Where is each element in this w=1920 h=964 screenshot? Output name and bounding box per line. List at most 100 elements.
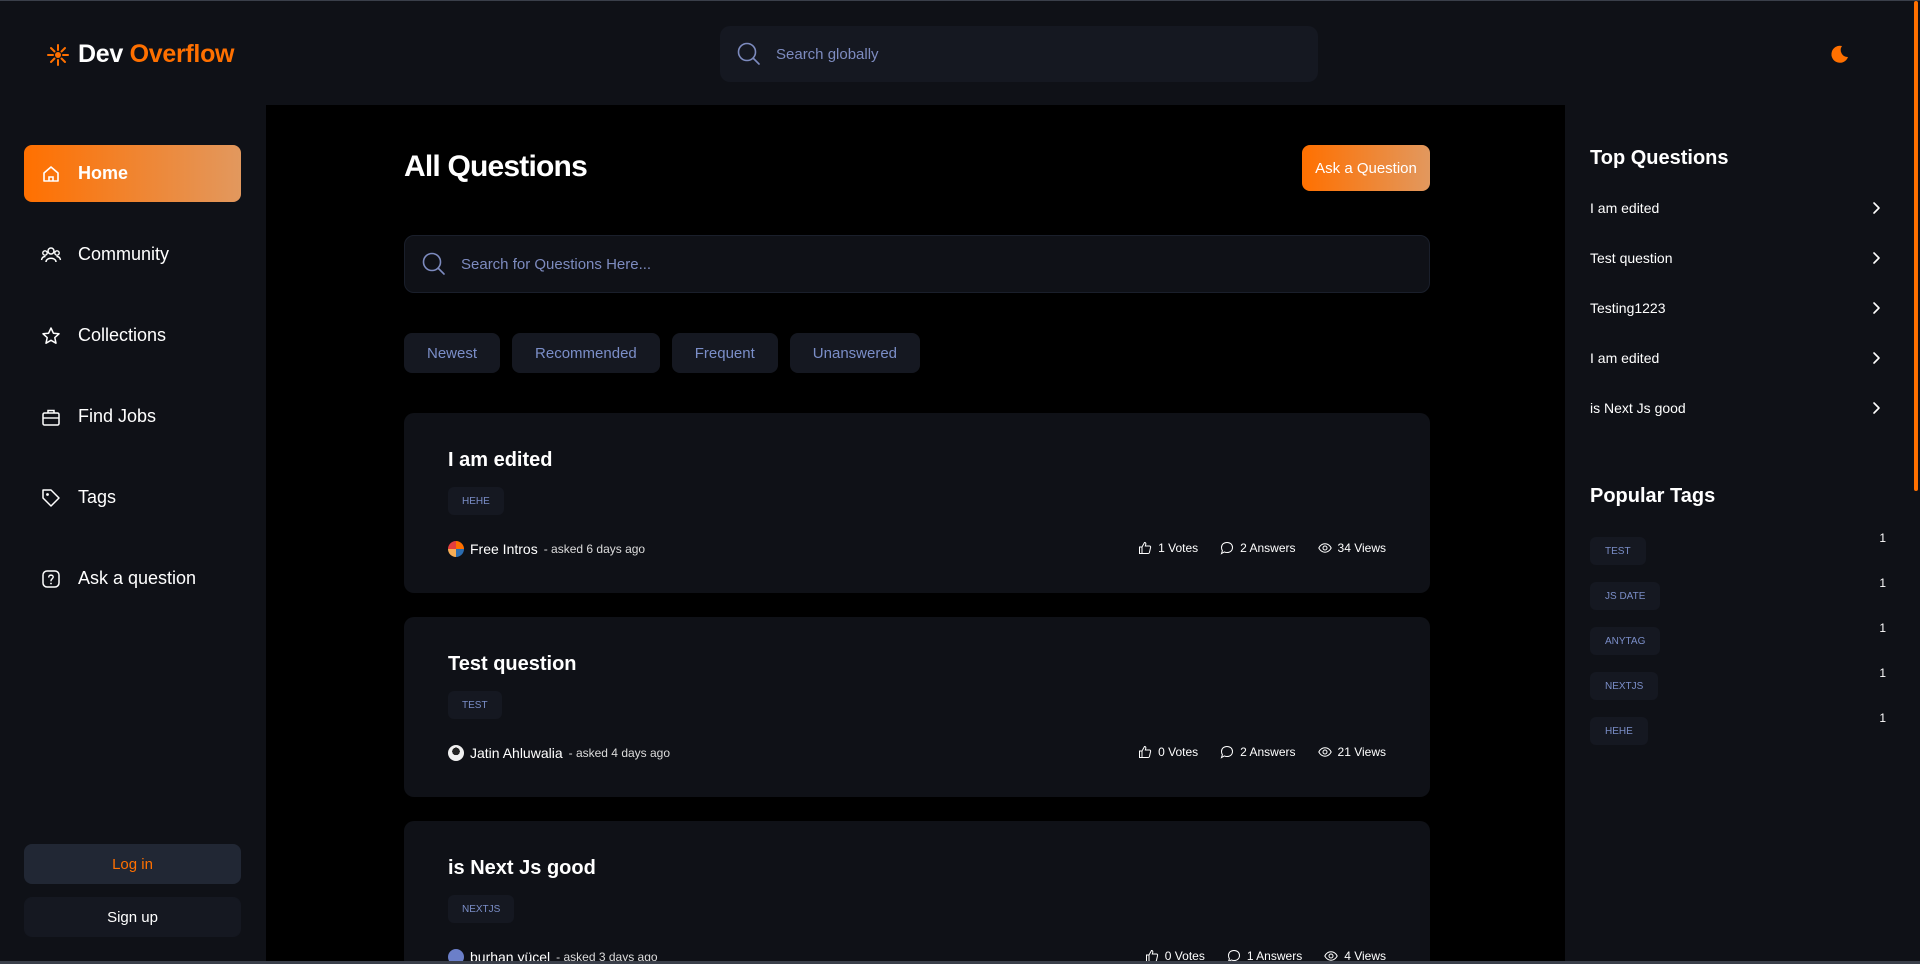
views-stat: 21 Views xyxy=(1317,745,1386,759)
question-author-meta: Jatin Ahluwalia - asked 4 days ago xyxy=(448,745,670,761)
chevron-right-icon xyxy=(1873,202,1880,214)
eye-icon xyxy=(1317,543,1332,553)
top-question-item[interactable]: is Next Js good xyxy=(1590,396,1884,420)
logo[interactable]: Dev Overflow xyxy=(46,40,235,69)
popular-tag[interactable]: JS DATE xyxy=(1590,582,1661,610)
votes-stat: 1 Votes xyxy=(1138,541,1198,555)
search-icon xyxy=(737,42,760,65)
answers-stat: 2 Answers xyxy=(1220,745,1296,759)
sidebar-item-find-jobs[interactable]: Find Jobs xyxy=(24,388,241,445)
question-icon xyxy=(40,568,62,590)
top-question-title: I am edited xyxy=(1590,200,1660,216)
asked-time: - asked 6 days ago xyxy=(543,542,646,556)
top-question-title: is Next Js good xyxy=(1590,400,1686,416)
chevron-right-icon xyxy=(1873,352,1880,364)
popular-tags-heading: Popular Tags xyxy=(1590,485,1716,507)
logo-prefix: Dev xyxy=(78,40,123,68)
popular-tag[interactable]: ANYTAG xyxy=(1590,627,1661,655)
question-tag[interactable]: HEHE xyxy=(448,487,504,515)
page-scrollbar[interactable] xyxy=(1912,1,1920,964)
question-card: I am edited HEHE Free Intros - asked 6 d… xyxy=(404,413,1430,593)
sidebar-item-label: Community xyxy=(78,244,170,264)
top-question-title: Test question xyxy=(1590,250,1673,266)
eye-icon xyxy=(1317,747,1332,757)
filter-unanswered[interactable]: Unanswered xyxy=(789,333,921,373)
global-search-input[interactable] xyxy=(776,45,1296,63)
votes-count: 1 Votes xyxy=(1158,541,1199,555)
sidebar-item-label: Find Jobs xyxy=(78,406,157,426)
views-count: 21 Views xyxy=(1337,745,1386,759)
question-search-bar[interactable] xyxy=(404,235,1430,293)
tag-icon xyxy=(40,487,62,509)
users-icon xyxy=(40,244,62,266)
global-search-bar[interactable] xyxy=(720,26,1318,82)
top-question-title: Testing1223 xyxy=(1590,300,1666,316)
sidebar-item-label: Ask a question xyxy=(78,568,197,588)
sidebar-item-home[interactable]: Home xyxy=(24,145,241,202)
question-tag[interactable]: TEST xyxy=(448,691,502,719)
question-tag[interactable]: NEXTJS xyxy=(448,895,515,923)
answers-count: 2 Answers xyxy=(1240,541,1296,555)
message-icon xyxy=(1220,745,1234,759)
theme-toggle-moon-icon[interactable] xyxy=(1828,43,1850,65)
top-question-item[interactable]: Test question xyxy=(1590,246,1884,270)
ask-question-button[interactable]: Ask a Question xyxy=(1302,145,1430,191)
popular-tag-row: NEXTJS 1 xyxy=(1590,666,1886,700)
sidebar-item-label: Collections xyxy=(78,325,167,345)
chevron-right-icon xyxy=(1873,402,1880,414)
filter-newest[interactable]: Newest xyxy=(404,333,501,373)
popular-tag[interactable]: HEHE xyxy=(1590,717,1648,745)
right-sidebar: Top Questions I am edited Test question … xyxy=(1565,105,1920,964)
answers-count: 2 Answers xyxy=(1240,745,1296,759)
popular-tag[interactable]: TEST xyxy=(1590,537,1646,565)
popular-tag-row: ANYTAG 1 xyxy=(1590,621,1886,655)
sidebar-item-tags[interactable]: Tags xyxy=(24,469,241,526)
main-content: All Questions Ask a Question Newest Reco… xyxy=(266,105,1565,964)
sidebar-item-ask-question[interactable]: Ask a question xyxy=(24,550,241,607)
avatar[interactable] xyxy=(448,745,464,761)
top-question-title: I am edited xyxy=(1590,350,1660,366)
message-icon xyxy=(1220,541,1234,555)
thumbs-up-icon xyxy=(1139,541,1152,554)
top-navbar: Dev Overflow xyxy=(0,1,1920,105)
sidebar-item-label: Home xyxy=(78,163,129,183)
scrollbar-thumb[interactable] xyxy=(1914,1,1918,491)
top-question-item[interactable]: I am edited xyxy=(1590,196,1884,220)
question-stats: 0 Votes 2 Answers 21 Views xyxy=(1138,745,1386,759)
signup-button[interactable]: Sign up xyxy=(24,897,241,937)
author-name[interactable]: Jatin Ahluwalia xyxy=(470,745,563,761)
tag-count: 1 xyxy=(1879,531,1886,545)
question-card: Test question TEST Jatin Ahluwalia - ask… xyxy=(404,617,1430,797)
sidebar-item-label: Tags xyxy=(78,487,117,507)
question-search-input[interactable] xyxy=(461,255,1361,273)
sidebar-item-community[interactable]: Community xyxy=(24,226,241,283)
popular-tag-row: JS DATE 1 xyxy=(1590,576,1886,610)
filter-tabs: Newest Recommended Frequent Unanswered xyxy=(404,333,921,373)
top-questions-heading: Top Questions xyxy=(1590,147,1729,169)
sidebar-item-collections[interactable]: Collections xyxy=(24,307,241,364)
login-button[interactable]: Log in xyxy=(24,844,241,884)
tag-count: 1 xyxy=(1879,576,1886,590)
home-icon xyxy=(40,163,62,185)
top-question-item[interactable]: Testing1223 xyxy=(1590,296,1884,320)
star-icon xyxy=(40,325,62,347)
filter-recommended[interactable]: Recommended xyxy=(512,333,660,373)
asked-time: - asked 4 days ago xyxy=(568,746,671,760)
page-title: All Questions xyxy=(404,150,588,183)
logo-sunburst-icon xyxy=(46,43,70,67)
question-title[interactable]: Test question xyxy=(448,653,577,676)
votes-stat: 0 Votes xyxy=(1138,745,1198,759)
question-stats: 1 Votes 2 Answers 34 Views xyxy=(1138,541,1386,555)
avatar[interactable] xyxy=(448,541,464,557)
popular-tag[interactable]: NEXTJS xyxy=(1590,672,1659,700)
search-icon xyxy=(422,252,445,275)
answers-stat: 2 Answers xyxy=(1220,541,1296,555)
logo-accent: Overflow xyxy=(129,40,235,68)
question-title[interactable]: is Next Js good xyxy=(448,857,596,880)
author-name[interactable]: Free Intros xyxy=(470,541,538,557)
filter-frequent[interactable]: Frequent xyxy=(671,333,778,373)
votes-count: 0 Votes xyxy=(1158,745,1199,759)
question-title[interactable]: I am edited xyxy=(448,449,552,472)
top-question-item[interactable]: I am edited xyxy=(1590,346,1884,370)
left-sidebar: Home Community Collections Find Jobs Tag… xyxy=(0,105,266,964)
